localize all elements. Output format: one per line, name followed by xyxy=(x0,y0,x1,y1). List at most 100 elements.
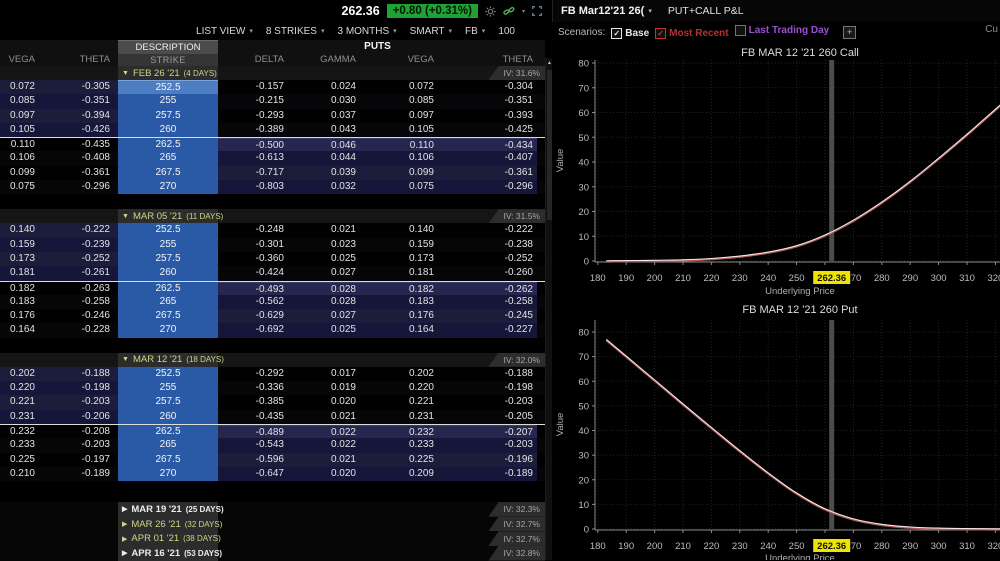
greek-cell[interactable]: -0.394 xyxy=(48,108,118,123)
greek-cell[interactable]: -0.543 xyxy=(218,438,288,453)
expand-icon[interactable]: ▶ xyxy=(122,549,127,557)
greek-cell[interactable]: -0.385 xyxy=(218,395,288,409)
greek-cell[interactable]: 0.023 xyxy=(288,238,362,252)
strike-cell[interactable]: 267.5 xyxy=(118,165,218,181)
strike-cell[interactable]: 255 xyxy=(118,381,218,396)
greek-cell[interactable]: -0.157 xyxy=(218,80,288,95)
greek-cell[interactable]: 0.085 xyxy=(0,94,48,109)
toolbar-100[interactable]: 100 xyxy=(498,26,515,37)
expiry-header-apr1621[interactable]: ▶ APR 16 '21 (53 DAYS) IV: 32.8% xyxy=(0,545,545,561)
greek-cell[interactable]: 0.022 xyxy=(288,438,362,453)
greek-cell[interactable]: 0.231 xyxy=(362,410,438,424)
strike-cell[interactable]: 252.5 xyxy=(118,80,218,96)
greek-cell[interactable]: -0.189 xyxy=(438,466,537,482)
greek-cell[interactable]: -0.203 xyxy=(438,438,537,453)
strike-cell[interactable]: 252.5 xyxy=(118,223,218,238)
greek-cell[interactable]: -0.647 xyxy=(218,466,288,482)
greek-cell[interactable]: -0.239 xyxy=(48,237,118,252)
greek-cell[interactable]: -0.407 xyxy=(438,151,537,166)
option-row-255[interactable]: 0.159 -0.239 255 -0.301 0.023 0.159 -0.238 xyxy=(0,237,545,252)
option-row-262.5[interactable]: 0.232 -0.208 262.5 -0.489 0.022 0.232 -0.207 xyxy=(0,423,545,441)
strike-cell[interactable]: 270 xyxy=(118,323,218,338)
greek-cell[interactable]: -0.227 xyxy=(438,323,537,338)
scenario-most-recent[interactable]: ✓ Most Recent xyxy=(655,28,729,40)
greek-cell[interactable]: 0.020 xyxy=(288,466,362,482)
greek-cell[interactable]: -0.222 xyxy=(48,223,118,238)
greek-cell[interactable]: 0.173 xyxy=(0,251,48,267)
option-row-270[interactable]: 0.210 -0.189 270 -0.647 0.020 0.209 -0.189 xyxy=(0,466,545,482)
link-icon[interactable] xyxy=(503,6,515,17)
strike-cell[interactable]: 265 xyxy=(118,294,218,310)
greek-cell[interactable]: -0.203 xyxy=(438,395,537,409)
greek-cell[interactable]: -0.296 xyxy=(438,180,537,195)
greek-cell[interactable]: 0.043 xyxy=(288,123,362,137)
greek-cell[interactable]: -0.293 xyxy=(218,109,288,123)
add-scenario-button[interactable]: + xyxy=(843,25,857,39)
option-row-270[interactable]: 0.164 -0.228 270 -0.692 0.025 0.164 -0.227 xyxy=(0,323,545,338)
greek-cell[interactable]: 0.221 xyxy=(362,395,438,409)
expand-icon[interactable]: ▶ xyxy=(122,520,127,528)
scenario-last-trading-day[interactable]: Last Trading Day xyxy=(734,24,829,36)
greek-cell[interactable]: -0.188 xyxy=(48,366,118,382)
greek-cell[interactable]: 0.209 xyxy=(362,466,438,482)
greek-cell[interactable]: -0.613 xyxy=(218,151,288,166)
greek-cell[interactable]: -0.301 xyxy=(218,238,288,252)
option-row-265[interactable]: 0.106 -0.408 265 -0.613 0.044 0.106 -0.407 xyxy=(0,151,545,166)
greek-cell[interactable]: -0.260 xyxy=(438,266,537,280)
strike-cell[interactable]: 260 xyxy=(118,122,218,138)
greek-cell[interactable]: 0.085 xyxy=(362,94,438,108)
option-row-270[interactable]: 0.075 -0.296 270 -0.803 0.032 0.075 -0.296 xyxy=(0,180,545,195)
greek-cell[interactable]: 0.099 xyxy=(362,165,438,181)
greek-cell[interactable]: 0.105 xyxy=(0,122,48,138)
greek-cell[interactable]: -0.261 xyxy=(48,266,118,281)
option-row-252.5[interactable]: 0.202 -0.188 252.5 -0.292 0.017 0.202 -0.188 xyxy=(0,366,545,382)
greek-cell[interactable]: -0.692 xyxy=(218,323,288,338)
greek-cell[interactable]: 0.021 xyxy=(288,410,362,424)
caret-down-icon[interactable]: ▾ xyxy=(522,8,525,15)
symbol-selector[interactable]: FB Mar12'21 26( xyxy=(561,5,644,17)
greek-cell[interactable]: -0.305 xyxy=(48,80,118,96)
greek-cell[interactable]: 0.159 xyxy=(0,237,48,252)
greek-cell[interactable]: -0.258 xyxy=(48,295,118,309)
greek-cell[interactable]: 0.176 xyxy=(362,309,438,324)
collapse-icon[interactable]: ▼ xyxy=(122,356,129,363)
greek-cell[interactable]: -0.215 xyxy=(218,94,288,108)
option-row-260[interactable]: 0.105 -0.426 260 -0.389 0.043 0.105 -0.425 xyxy=(0,122,545,138)
greek-cell[interactable]: 0.231 xyxy=(0,409,48,424)
toolbar-list-view[interactable]: LIST VIEW ▾ xyxy=(196,26,253,37)
expiry-header-mar1921[interactable]: ▶ MAR 19 '21 (25 DAYS) IV: 32.3% xyxy=(0,502,545,517)
strike-cell[interactable]: 255 xyxy=(118,94,218,109)
col-gamma-puts[interactable]: GAMMA xyxy=(288,53,362,66)
greek-cell[interactable]: -0.248 xyxy=(218,223,288,237)
greek-cell[interactable]: 0.021 xyxy=(288,223,362,237)
greek-cell[interactable]: 0.106 xyxy=(362,151,438,166)
option-row-260[interactable]: 0.181 -0.261 260 -0.424 0.027 0.181 -0.260 xyxy=(0,266,545,281)
col-vega-calls[interactable]: VEGA xyxy=(0,53,48,66)
greek-cell[interactable]: 0.220 xyxy=(0,381,48,396)
symbol-caret-icon[interactable]: ▾ xyxy=(648,7,652,15)
greek-cell[interactable]: -0.361 xyxy=(48,166,118,180)
option-row-252.5[interactable]: 0.072 -0.305 252.5 -0.157 0.024 0.072 -0.304 xyxy=(0,80,545,96)
greek-cell[interactable]: 0.210 xyxy=(0,467,48,481)
greek-cell[interactable]: -0.197 xyxy=(48,453,118,467)
expiry-header-apr0121[interactable]: ▶ APR 01 '21 (38 DAYS) IV: 32.7% xyxy=(0,531,545,546)
greek-cell[interactable]: -0.360 xyxy=(218,252,288,266)
strike-cell[interactable]: 267.5 xyxy=(118,309,218,324)
strike-cell[interactable]: 270 xyxy=(118,180,218,195)
greek-cell[interactable]: -0.361 xyxy=(438,165,537,181)
strike-cell[interactable]: 257.5 xyxy=(118,251,218,267)
strike-cell[interactable]: 257.5 xyxy=(118,395,218,410)
greek-cell[interactable]: 0.176 xyxy=(0,309,48,323)
greek-cell[interactable]: 0.233 xyxy=(362,438,438,453)
greek-cell[interactable]: -0.389 xyxy=(218,123,288,137)
greek-cell[interactable]: -0.252 xyxy=(48,251,118,267)
greek-cell[interactable]: -0.222 xyxy=(438,223,537,237)
greek-cell[interactable]: -0.408 xyxy=(48,151,118,165)
greek-cell[interactable]: 0.233 xyxy=(0,438,48,452)
greek-cell[interactable]: -0.351 xyxy=(48,94,118,109)
greek-cell[interactable]: 0.105 xyxy=(362,123,438,137)
greek-cell[interactable]: 0.183 xyxy=(0,295,48,309)
strike-cell[interactable]: 252.5 xyxy=(118,366,218,382)
greek-cell[interactable]: 0.024 xyxy=(288,80,362,95)
greek-cell[interactable]: -0.425 xyxy=(438,123,537,137)
